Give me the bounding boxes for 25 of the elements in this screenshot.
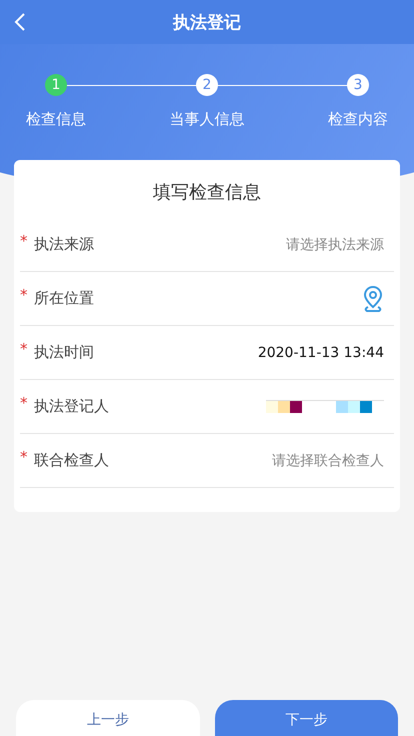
required-mark: * [20, 286, 28, 304]
back-icon[interactable] [14, 12, 26, 32]
required-mark: * [20, 340, 28, 358]
select-field[interactable]: 请选择执法来源 [286, 236, 384, 254]
field-label: 联合检查人 [34, 451, 109, 470]
field-label: 执法来源 [34, 235, 94, 254]
location-pin-icon[interactable] [362, 284, 384, 312]
field-value: 2020-11-13 13:44 [258, 344, 384, 360]
step-label: 检查信息 [26, 110, 86, 129]
required-mark: * [20, 394, 28, 412]
step-label: 检查内容 [328, 110, 388, 129]
step-number: 3 [347, 74, 369, 96]
page-title: 执法登记 [173, 12, 241, 34]
field-label: 执法登记人 [34, 397, 109, 416]
step-number: 1 [45, 74, 67, 96]
form-title: 填写检查信息 [152, 181, 262, 205]
required-mark: * [20, 232, 28, 250]
step-number: 2 [196, 74, 218, 96]
required-mark: * [20, 448, 28, 466]
field-label: 所在位置 [34, 289, 94, 308]
field-label: 执法时间 [34, 343, 94, 362]
next-step-button[interactable]: 下一步 [214, 700, 398, 736]
select-field[interactable]: 请选择联合检查人 [272, 452, 384, 470]
step-label: 当事人信息 [170, 110, 244, 129]
previous-step-button[interactable]: 上一步 [16, 700, 200, 736]
